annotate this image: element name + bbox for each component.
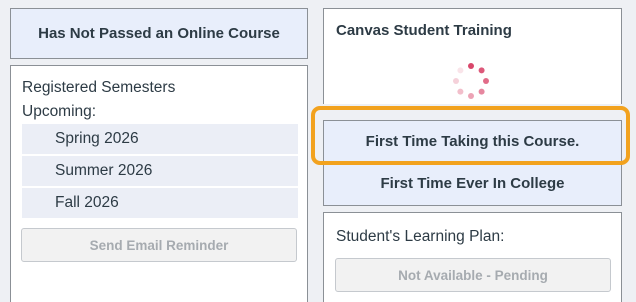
- first-time-college-status: First Time Ever In College: [323, 162, 622, 206]
- learning-plan-label: Student's Learning Plan:: [336, 228, 505, 245]
- learning-plan-panel: Student's Learning Plan: Not Available -…: [323, 212, 622, 302]
- send-email-reminder-button[interactable]: Send Email Reminder: [21, 228, 297, 262]
- semester-item-spring-2026: Spring 2026: [22, 124, 298, 154]
- online-course-status: Has Not Passed an Online Course: [10, 8, 308, 59]
- semester-item-fall-2026: Fall 2026: [22, 188, 298, 218]
- canvas-training-panel: Canvas Student Training: [323, 8, 622, 104]
- canvas-training-title: Canvas Student Training: [336, 22, 512, 39]
- semester-item-summer-2026: Summer 2026: [22, 156, 298, 186]
- online-course-status-text: Has Not Passed an Online Course: [38, 25, 280, 42]
- highlight-outline: [311, 106, 630, 165]
- registered-semesters-panel: Registered Semesters Upcoming: Spring 20…: [10, 65, 308, 302]
- upcoming-label: Upcoming:: [22, 103, 97, 120]
- learning-plan-button[interactable]: Not Available - Pending: [335, 258, 611, 292]
- registered-semesters-label: Registered Semesters: [22, 79, 176, 96]
- first-time-college-text: First Time Ever In College: [380, 175, 565, 192]
- loading-spinner-icon: [453, 63, 489, 99]
